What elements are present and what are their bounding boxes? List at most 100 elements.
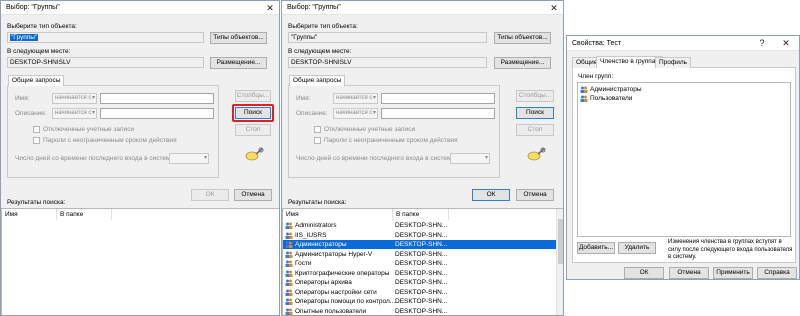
apply-button[interactable]: Применить (713, 267, 753, 279)
close-icon[interactable]: ✕ (547, 2, 561, 14)
search-button-highlight (232, 104, 274, 122)
days-since-login-label: Число дней со времени последнего входа в… (15, 155, 176, 162)
object-types-button[interactable]: Типы объектов... (210, 32, 267, 44)
row-name: Операторы архива (295, 279, 352, 286)
table-row[interactable]: Операторы архива DESKTOP-SHN... (283, 278, 558, 287)
row-folder: DESKTOP-SHN... (395, 241, 448, 248)
row-name: Гости (295, 260, 312, 267)
close-icon[interactable]: ✕ (779, 37, 793, 49)
ok-button[interactable]: ОК (624, 267, 664, 279)
row-name: Операторы помощи по контрол... (295, 298, 396, 305)
disabled-accounts-label: Отключенные учетные записи (324, 126, 416, 133)
title-bar[interactable]: Свойства: Тест ? ✕ (567, 36, 799, 51)
object-types-button[interactable]: Типы объектов... (494, 32, 551, 44)
name-input[interactable] (100, 93, 214, 104)
select-groups-dialog-2: Выбор: "Группы" ✕ Выберите тип объекта: … (281, 0, 564, 316)
row-folder: DESKTOP-SHN... (395, 298, 448, 305)
cancel-button[interactable]: Отмена (669, 267, 709, 279)
tab-profile[interactable]: Профиль (655, 57, 692, 68)
location-button[interactable]: Размещение... (494, 57, 551, 69)
table-row[interactable]: Опытные пользователи DESKTOP-SHN... (283, 307, 558, 316)
description-input[interactable] (100, 108, 214, 119)
location-field[interactable]: DESKTOP-SHNISLV (7, 57, 204, 68)
results-list[interactable]: Имя В папке (1, 208, 279, 315)
remove-button[interactable]: Удалить (618, 242, 656, 254)
row-folder: DESKTOP-SHN... (395, 231, 448, 239)
title-bar[interactable]: Выбор: "Группы" ✕ (1, 1, 279, 15)
results-list[interactable]: Имя В папке Administrators DESKTOP-SHN...… (282, 208, 563, 316)
help-icon[interactable]: ? (755, 37, 769, 49)
query-search-icon (527, 147, 546, 161)
ok-button[interactable]: ОК (191, 189, 229, 201)
group-icon (285, 279, 293, 286)
row-folder: DESKTOP-SHN... (395, 279, 448, 286)
table-row[interactable]: Гости DESKTOP-SHN... (283, 259, 558, 268)
no-expire-passwords-label: Пароли с неограниченным сроком действия (324, 137, 458, 144)
row-folder: DESKTOP-SHN... (395, 288, 448, 296)
help-button[interactable]: Справка (757, 267, 797, 279)
row-folder: DESKTOP-SHN... (395, 269, 448, 277)
row-folder: DESKTOP-SHN... (395, 307, 448, 315)
groups-list[interactable]: Администраторы Пользователи (577, 82, 791, 237)
select-groups-dialog-1: Выбор: "Группы" ✕ Выберите тип объекта: … (0, 0, 280, 316)
description-label: Описание: (296, 110, 328, 117)
row-name: Опытные пользователи (295, 307, 367, 315)
row-name: IIS_IUSRS (295, 231, 327, 239)
location-button[interactable]: Размещение... (210, 57, 267, 69)
no-expire-passwords-checkbox[interactable] (314, 137, 321, 144)
name-input[interactable] (381, 93, 495, 104)
scroll-thumb[interactable] (558, 219, 563, 264)
title-bar[interactable]: Выбор: "Группы" ✕ (282, 1, 563, 15)
location-field[interactable]: DESKTOP-SHNISLV (288, 57, 487, 68)
membership-note: Изменения членства в группах вступят в с… (668, 239, 793, 260)
cancel-button[interactable]: Отмена (234, 189, 272, 201)
ok-button[interactable]: ОК (472, 189, 510, 201)
name-mode-select[interactable]: начинается с ▾ (52, 93, 97, 104)
table-row[interactable]: Операторы помощи по контрол... DESKTOP-SH… (283, 297, 558, 306)
tab-member-of[interactable]: Членство в группах (596, 56, 663, 68)
description-mode-select[interactable]: начинается с ▾ (333, 108, 378, 119)
location-label: В следующем месте: (288, 48, 352, 55)
cancel-button[interactable]: Отмена (516, 189, 554, 201)
disabled-accounts-checkbox[interactable] (314, 126, 321, 133)
columns-button[interactable]: Столбцы... (516, 90, 554, 102)
table-row[interactable]: Администраторы DESKTOP-SHN... (283, 240, 558, 249)
days-since-login-select[interactable]: ▾ (450, 153, 490, 164)
results-label: Результаты поиска: (288, 199, 347, 206)
tab-common-queries[interactable]: Общие запросы (8, 75, 65, 86)
disabled-accounts-checkbox[interactable] (33, 126, 40, 133)
group-icon (285, 308, 293, 315)
row-folder: DESKTOP-SHN... (395, 250, 448, 258)
column-header-folder[interactable]: В папке (57, 209, 112, 220)
group-icon (285, 289, 293, 296)
table-row[interactable]: Administrators DESKTOP-SHN... (283, 221, 558, 230)
stop-button[interactable]: Стоп (235, 124, 271, 136)
row-name: Администраторы (295, 241, 347, 248)
table-row[interactable]: Администраторы Hyper-V DESKTOP-SHN... (283, 250, 558, 259)
description-input[interactable] (381, 108, 495, 119)
table-row[interactable]: Операторы настройки сети DESKTOP-SHN... (283, 288, 558, 297)
name-mode-select[interactable]: начинается с ▾ (333, 93, 378, 104)
object-type-field[interactable]: "Группы" (288, 32, 487, 43)
table-row[interactable]: IIS_IUSRS DESKTOP-SHN... (283, 231, 558, 240)
description-mode-select[interactable]: начинается с ▾ (52, 108, 97, 119)
column-header-name[interactable]: Имя (283, 209, 393, 220)
days-since-login-label: Число дней со времени последнего входа в… (296, 155, 457, 162)
close-icon[interactable]: ✕ (263, 2, 277, 14)
disabled-accounts-label: Отключенные учетные записи (43, 126, 135, 133)
table-row[interactable]: Криптографические операторы DESKTOP-SHN..… (283, 269, 558, 278)
search-button[interactable]: Поиск (516, 107, 554, 119)
results-scrollbar[interactable] (556, 209, 563, 315)
add-button[interactable]: Добавить... (577, 242, 615, 254)
object-type-field[interactable]: "Группы" (7, 32, 204, 43)
location-label: В следующем месте: (7, 48, 71, 55)
no-expire-passwords-checkbox[interactable] (33, 137, 40, 144)
tab-common-queries[interactable]: Общие запросы (289, 75, 346, 86)
description-label: Описание: (15, 110, 47, 117)
column-header-folder[interactable]: В папке (393, 209, 449, 220)
days-since-login-select[interactable]: ▾ (169, 153, 209, 164)
row-folder: DESKTOP-SHN... (395, 260, 448, 267)
columns-button[interactable]: Столбцы... (235, 90, 271, 102)
column-header-name[interactable]: Имя (2, 209, 57, 220)
stop-button[interactable]: Стоп (516, 124, 554, 136)
